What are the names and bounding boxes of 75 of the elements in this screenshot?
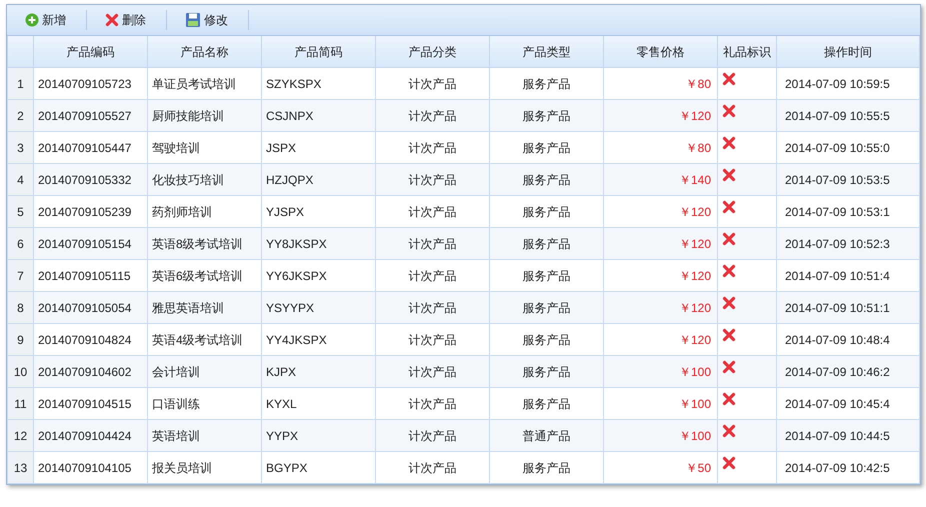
- operation-time-cell: 2014-07-09 10:55:5: [776, 100, 920, 132]
- row-number: 12: [8, 420, 34, 452]
- edit-button[interactable]: 修改: [181, 9, 232, 31]
- column-header[interactable]: 产品分类: [376, 36, 490, 68]
- type-cell: 服务产品: [490, 164, 604, 196]
- category-cell: 计次产品: [376, 356, 490, 388]
- category-cell: 计次产品: [376, 164, 490, 196]
- column-header[interactable]: 产品简码: [262, 36, 376, 68]
- row-number: 6: [8, 228, 34, 260]
- price-cell: ￥120: [604, 292, 718, 324]
- operation-time-cell: 2014-07-09 10:51:1: [776, 292, 920, 324]
- short-code-cell: YSYYPX: [262, 292, 376, 324]
- product-name-cell: 英语8级考试培训: [148, 228, 262, 260]
- row-number: 4: [8, 164, 34, 196]
- category-cell: 计次产品: [376, 100, 490, 132]
- operation-time-cell: 2014-07-09 10:44:5: [776, 420, 920, 452]
- operation-time-cell: 2014-07-09 10:42:5: [776, 452, 920, 484]
- row-number: 8: [8, 292, 34, 324]
- column-header[interactable]: 操作时间: [776, 36, 920, 68]
- row-number: 3: [8, 132, 34, 164]
- plus-icon: [25, 13, 39, 27]
- category-cell: 计次产品: [376, 228, 490, 260]
- column-header[interactable]: 礼品标识: [718, 36, 776, 68]
- product-name-cell: 厨师技能培训: [148, 100, 262, 132]
- short-code-cell: BGYPX: [262, 452, 376, 484]
- short-code-cell: HZJQPX: [262, 164, 376, 196]
- product-code-cell: 20140709105154: [34, 228, 148, 260]
- short-code-cell: KJPX: [262, 356, 376, 388]
- category-cell: 计次产品: [376, 452, 490, 484]
- type-cell: 服务产品: [490, 356, 604, 388]
- row-number: 1: [8, 68, 34, 100]
- price-cell: ￥100: [604, 356, 718, 388]
- product-name-cell: 报关员培训: [148, 452, 262, 484]
- add-button[interactable]: 新增: [21, 9, 70, 31]
- type-cell: 普通产品: [490, 420, 604, 452]
- category-cell: 计次产品: [376, 420, 490, 452]
- short-code-cell: YY8JKSPX: [262, 228, 376, 260]
- product-code-cell: 20140709105332: [34, 164, 148, 196]
- type-cell: 服务产品: [490, 100, 604, 132]
- price-cell: ￥120: [604, 100, 718, 132]
- operation-time-cell: 2014-07-09 10:53:5: [776, 164, 920, 196]
- column-header[interactable]: 零售价格: [604, 36, 718, 68]
- cross-icon: [105, 13, 119, 27]
- price-cell: ￥140: [604, 164, 718, 196]
- type-cell: 服务产品: [490, 452, 604, 484]
- product-name-cell: 会计培训: [148, 356, 262, 388]
- price-cell: ￥50: [604, 452, 718, 484]
- short-code-cell: YYPX: [262, 420, 376, 452]
- delete-button[interactable]: 删除: [101, 9, 150, 31]
- row-number: 10: [8, 356, 34, 388]
- product-code-cell: 20140709105527: [34, 100, 148, 132]
- product-code-cell: 20140709104424: [34, 420, 148, 452]
- operation-time-cell: 2014-07-09 10:46:2: [776, 356, 920, 388]
- product-code-cell: 20140709104602: [34, 356, 148, 388]
- row-number: 9: [8, 324, 34, 356]
- product-name-cell: 英语培训: [148, 420, 262, 452]
- product-code-cell: 20140709104105: [34, 452, 148, 484]
- row-number: 7: [8, 260, 34, 292]
- product-name-cell: 化妆技巧培训: [148, 164, 262, 196]
- row-number: 11: [8, 388, 34, 420]
- row-number: 13: [8, 452, 34, 484]
- column-header[interactable]: 产品名称: [148, 36, 262, 68]
- type-cell: 服务产品: [490, 228, 604, 260]
- column-header[interactable]: 产品编码: [34, 36, 148, 68]
- product-code-cell: 20140709105054: [34, 292, 148, 324]
- price-cell: ￥100: [604, 420, 718, 452]
- short-code-cell: CSJNPX: [262, 100, 376, 132]
- row-number: 5: [8, 196, 34, 228]
- type-cell: 服务产品: [490, 292, 604, 324]
- price-cell: ￥120: [604, 228, 718, 260]
- product-name-cell: 雅思英语培训: [148, 292, 262, 324]
- operation-time-cell: 2014-07-09 10:52:3: [776, 228, 920, 260]
- category-cell: 计次产品: [376, 292, 490, 324]
- row-number: 2: [8, 100, 34, 132]
- column-header[interactable]: 产品类型: [490, 36, 604, 68]
